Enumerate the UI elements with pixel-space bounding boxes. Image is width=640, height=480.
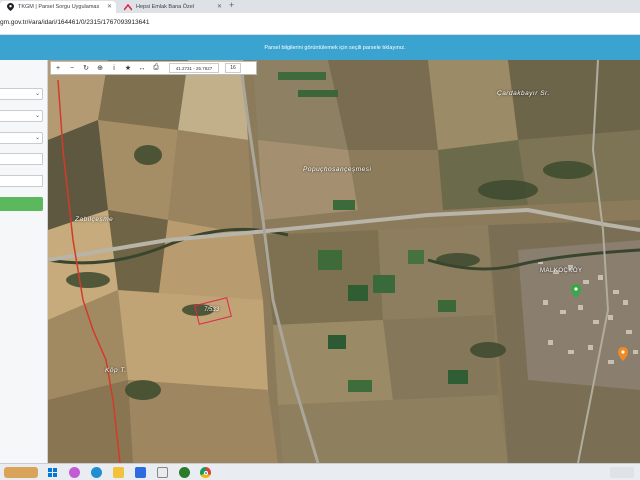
close-tab-icon[interactable]: ✕: [217, 3, 222, 10]
print-button[interactable]: ⎙: [149, 62, 163, 74]
info-banner: Parsel bilgilerini görüntülemek için seç…: [0, 35, 640, 60]
edge-icon[interactable]: [91, 467, 102, 478]
district-select[interactable]: ⌄: [0, 110, 43, 122]
windows-start-icon[interactable]: [47, 467, 58, 478]
system-tray-icon[interactable]: [610, 467, 634, 478]
map-label-popuchosan: Popuçhosançeşmesi: [303, 166, 372, 173]
chevron-down-icon: ⌄: [34, 91, 40, 97]
refresh-button[interactable]: ↻: [79, 62, 93, 74]
search-button[interactable]: [0, 197, 43, 211]
copilot-icon[interactable]: [69, 467, 80, 478]
hepsiemlak-logo-icon: [124, 3, 132, 11]
food-thumbnail-icon[interactable]: [4, 467, 38, 478]
url-text[interactable]: gm.gov.tr/#ara/idari/164461/0/2315/17670…: [0, 19, 150, 26]
locate-button[interactable]: ⊕: [93, 62, 107, 74]
file-explorer-icon[interactable]: [113, 467, 124, 478]
search-sidebar: ⌄ ⌄ ⌄: [0, 60, 48, 463]
tab-title: Hepsi Emlak Bana Özel: [136, 4, 195, 10]
banner-text: Parsel bilgilerini görüntülemek için seç…: [264, 44, 406, 51]
chevron-down-icon: ⌄: [34, 113, 40, 119]
map-label-cardakbayir: Çardakbayır Sr.: [497, 90, 550, 97]
tab-hepsiemlak[interactable]: Hepsi Emlak Bana Özel ✕: [118, 1, 226, 13]
map-toolbar: + − ↻ ⊕ i ★ ↔ ⎙ 41.2731 - 26.7627 16: [50, 61, 257, 75]
measure-button[interactable]: ↔: [135, 62, 149, 74]
neighborhood-select[interactable]: ⌄: [0, 132, 43, 144]
zoom-in-button[interactable]: +: [51, 62, 65, 74]
satellite-imagery: [48, 60, 640, 463]
xbox-icon[interactable]: [179, 467, 190, 478]
chrome-icon[interactable]: [200, 467, 211, 478]
coordinates-display: 41.2731 - 26.7627: [169, 63, 219, 73]
close-tab-icon[interactable]: ✕: [107, 3, 112, 10]
block-input[interactable]: [0, 153, 43, 165]
parcel-input[interactable]: [0, 175, 43, 187]
parcel-number-label: 7/533: [204, 307, 220, 313]
map-label-zabilcesme: Zabilçeşme: [75, 216, 114, 223]
store-icon[interactable]: [135, 467, 146, 478]
windows-taskbar: [0, 463, 640, 480]
zoom-level-display: 16: [225, 63, 241, 73]
favorite-button[interactable]: ★: [121, 62, 135, 74]
mail-icon[interactable]: [157, 467, 168, 478]
map-label-malkockoy: MALKOÇKÖY: [540, 268, 583, 274]
new-tab-button[interactable]: +: [229, 0, 234, 10]
address-bar[interactable]: gm.gov.tr/#ara/idari/164461/0/2315/17670…: [0, 13, 640, 35]
province-select[interactable]: ⌄: [0, 88, 43, 100]
info-button[interactable]: i: [107, 62, 121, 74]
satellite-map[interactable]: [48, 60, 640, 463]
map-label-kop: Köp T.: [105, 367, 127, 374]
browser-tab-bar: TKGM | Parsel Sorgu Uygulamas ✕ Hepsi Em…: [0, 0, 640, 13]
chevron-down-icon: ⌄: [34, 135, 40, 141]
tab-title: TKGM | Parsel Sorgu Uygulamas: [18, 4, 100, 10]
zoom-out-button[interactable]: −: [65, 62, 79, 74]
tab-tkgm[interactable]: TKGM | Parsel Sorgu Uygulamas ✕: [0, 1, 116, 13]
location-pin-icon: [6, 3, 14, 11]
